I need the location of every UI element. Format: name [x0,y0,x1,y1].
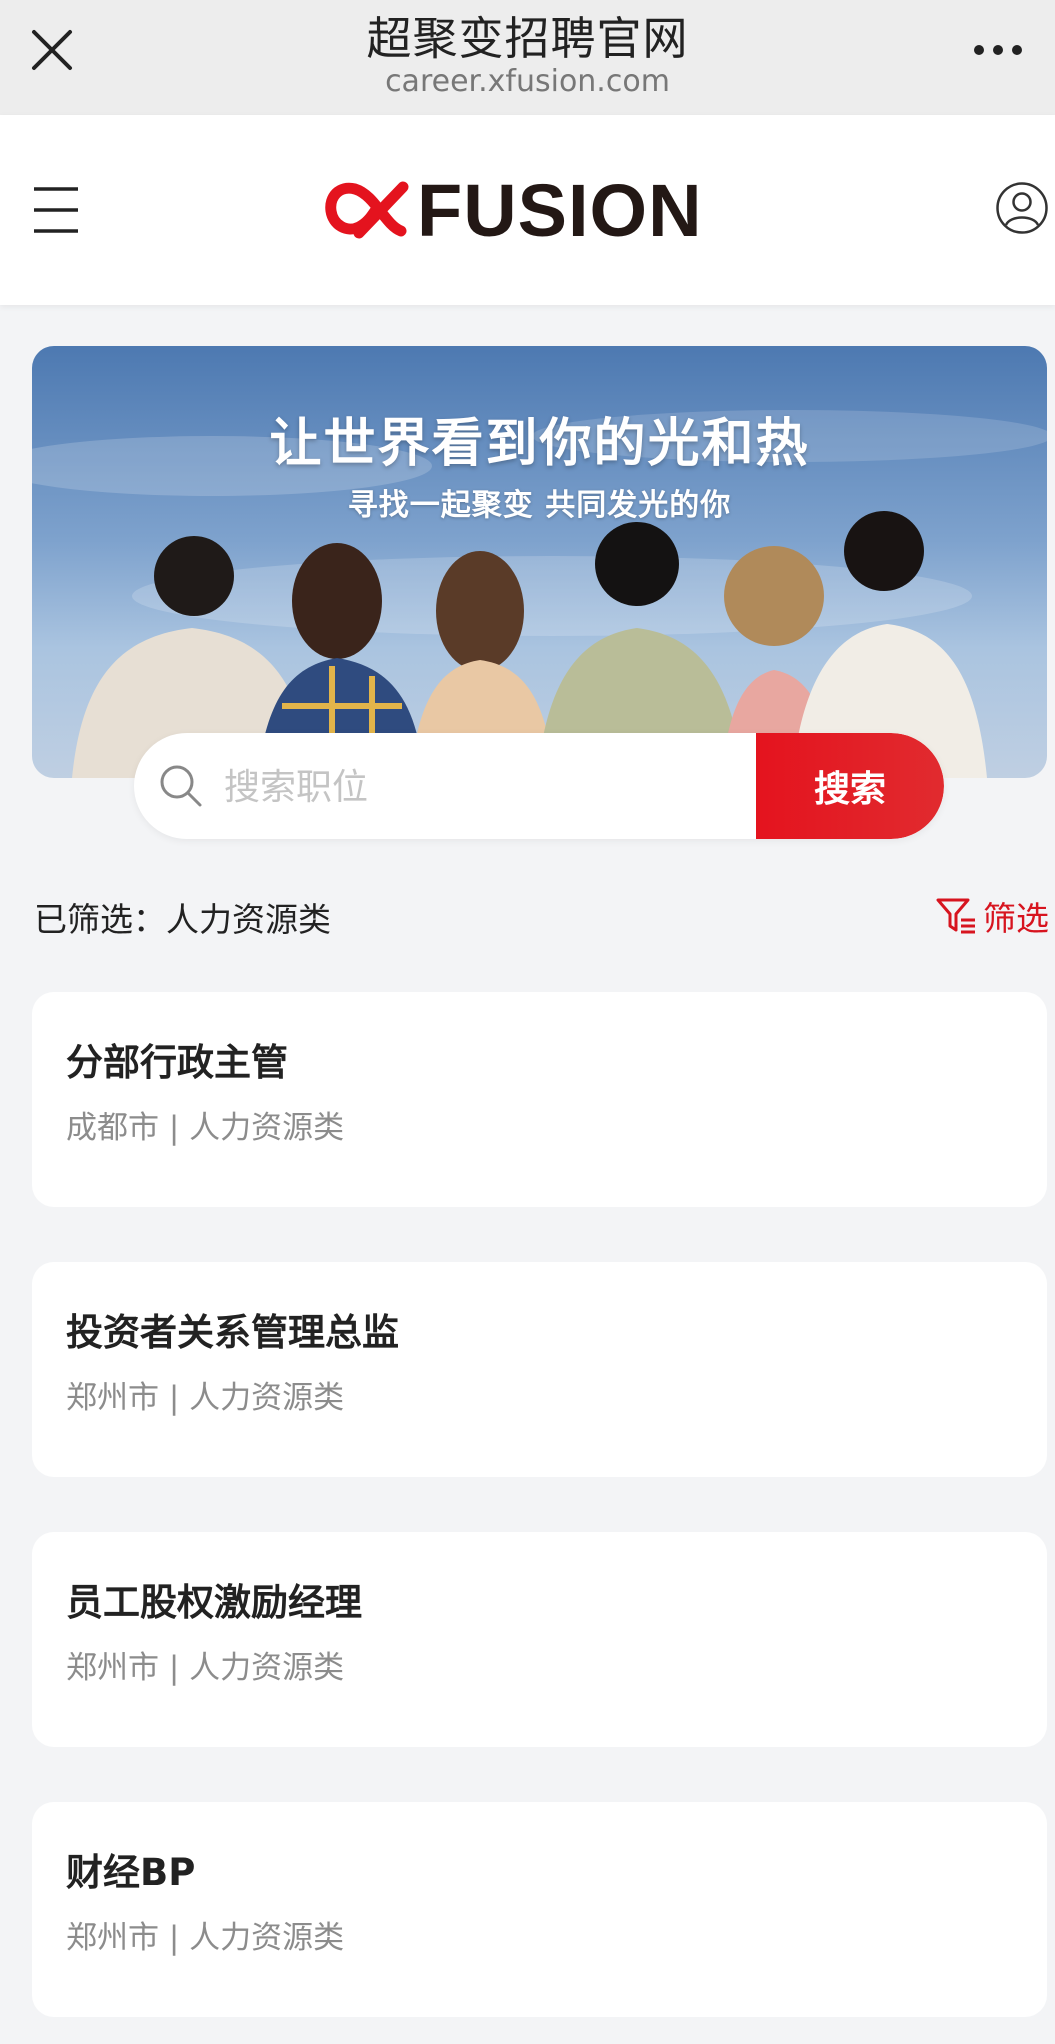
job-meta: 郑州市 | 人力资源类 [66,1650,345,1686]
job-card[interactable]: 投资者关系管理总监 郑州市 | 人力资源类 [32,1262,1047,1477]
selected-filter-label: 已筛选：人力资源类 [34,900,331,939]
search-icon [160,765,202,807]
job-title: 财经BP [66,1851,196,1894]
job-card[interactable]: 分部行政主管 成都市 | 人力资源类 [32,992,1047,1207]
filter-button-label: 筛选 [983,899,1049,938]
xfusion-logo[interactable]: FUSION [325,171,755,251]
job-card[interactable]: 员工股权激励经理 郑州市 | 人力资源类 [32,1532,1047,1747]
logo-text: FUSION [417,169,703,252]
browser-title: 超聚变招聘官网 [366,12,689,65]
job-meta: 成都市 | 人力资源类 [66,1110,345,1146]
job-title: 分部行政主管 [66,1041,288,1084]
browser-url: career.xfusion.com [385,64,670,99]
job-card[interactable]: 财经BP 郑州市 | 人力资源类 [32,1802,1047,2017]
filter-row: 已筛选：人力资源类 筛选 [34,893,1049,943]
search-input[interactable] [222,733,786,839]
job-meta: 郑州市 | 人力资源类 [66,1920,345,1956]
filter-icon [936,898,975,934]
site-header: FUSION [0,115,1055,305]
banner-title: 让世界看到你的光和热 [269,414,810,474]
search-button[interactable]: 搜索 [756,733,944,839]
user-icon[interactable] [995,181,1049,235]
job-meta: 郑州市 | 人力资源类 [66,1380,345,1416]
browser-bar: 超聚变招聘官网 career.xfusion.com [0,0,1055,115]
logo-mark-icon [325,181,409,239]
banner-subtitle: 寻找一起聚变 共同发光的你 [347,488,732,523]
menu-icon[interactable] [32,183,80,237]
more-icon[interactable] [971,42,1025,58]
filter-button[interactable]: 筛选 [935,891,1049,941]
search-bar: 搜索 [134,733,944,839]
job-title: 员工股权激励经理 [66,1581,362,1624]
job-title: 投资者关系管理总监 [66,1311,399,1354]
hero-banner: 让世界看到你的光和热 寻找一起聚变 共同发光的你 [32,346,1047,778]
